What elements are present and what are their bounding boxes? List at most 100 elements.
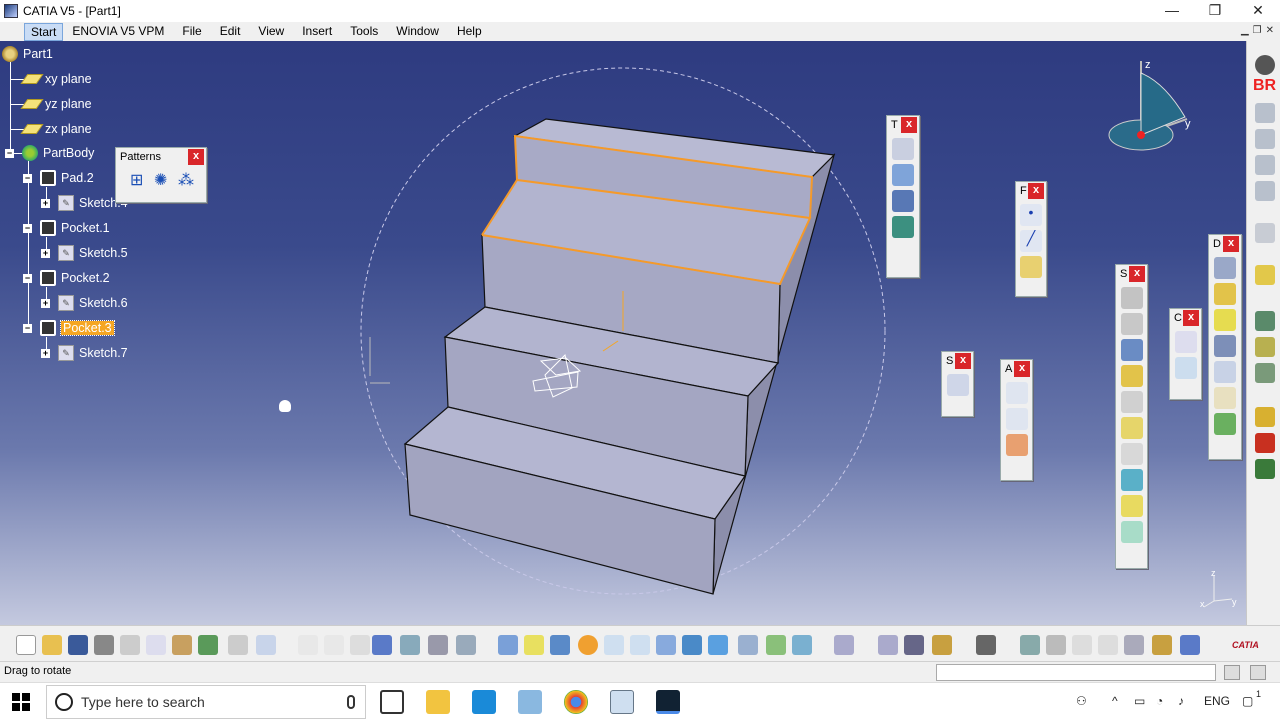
measure-item-icon[interactable]	[904, 635, 924, 655]
redo-icon[interactable]	[228, 635, 248, 655]
tool-icon[interactable]	[1180, 635, 1200, 655]
tool-icon[interactable]	[1255, 363, 1275, 383]
draft-icon[interactable]	[1214, 309, 1236, 331]
collapse-partbody-toggle[interactable]: −	[5, 149, 14, 158]
tool-icon[interactable]	[1098, 635, 1118, 655]
cut-icon[interactable]	[120, 635, 140, 655]
rectangular-pattern-icon[interactable]: ⊞	[130, 170, 150, 190]
edge-fillet-icon[interactable]	[1214, 257, 1236, 279]
staircase-solid[interactable]	[403, 118, 836, 595]
menu-insert[interactable]: Insert	[293, 22, 341, 41]
pattern-icon[interactable]	[892, 190, 914, 212]
d-panel-close-button[interactable]: x	[1223, 236, 1239, 252]
removed-loft-icon[interactable]	[1120, 521, 1143, 543]
t-panel-close-button[interactable]: x	[901, 117, 917, 133]
tree-node-pocket[interactable]: Pocket.1	[40, 218, 110, 238]
print-icon[interactable]	[94, 635, 114, 655]
catia-taskbar-icon[interactable]	[656, 690, 680, 714]
tool-icon[interactable]	[1255, 433, 1275, 453]
comment-icon[interactable]	[324, 635, 344, 655]
loft-icon[interactable]	[1120, 495, 1143, 517]
tree-node-partbody[interactable]: PartBody	[22, 143, 94, 163]
settings-icon[interactable]	[1255, 55, 1275, 75]
tree-node-sketch[interactable]: ✎ Sketch.6	[58, 293, 128, 313]
expand-sketch-toggle[interactable]: +	[41, 249, 50, 258]
fly-mode-icon[interactable]	[498, 635, 518, 655]
tool-icon[interactable]	[428, 635, 448, 655]
tree-node-yz-plane[interactable]: yz plane	[20, 94, 92, 114]
tree-node-pad[interactable]: Pad.2	[40, 168, 94, 188]
compass[interactable]: z y	[1105, 53, 1195, 163]
rib-icon[interactable]	[1120, 417, 1143, 439]
3d-annotation-icon[interactable]	[1005, 434, 1028, 456]
user-pattern-icon[interactable]: ⁂	[178, 170, 198, 190]
new-icon[interactable]	[16, 635, 36, 655]
formula-icon[interactable]	[298, 635, 318, 655]
copy-icon[interactable]	[146, 635, 166, 655]
select-arrow-icon[interactable]	[1255, 223, 1275, 243]
doc-minimize-button[interactable]: ▁	[1241, 25, 1249, 36]
hole-icon[interactable]	[1120, 391, 1143, 413]
tree-node-pocket-selected[interactable]: Pocket.3	[40, 318, 115, 338]
expand-sketch-toggle[interactable]: +	[41, 349, 50, 358]
point-icon[interactable]: •	[1020, 204, 1042, 226]
store-icon[interactable]	[472, 690, 496, 714]
close-button[interactable]: ✕	[1236, 0, 1280, 22]
s2-panel-close-button[interactable]: x	[1129, 266, 1145, 282]
tool-icon[interactable]	[1020, 635, 1040, 655]
file-explorer-icon[interactable]	[426, 690, 450, 714]
app-icon[interactable]	[610, 690, 634, 714]
tool-icon[interactable]	[1255, 311, 1275, 331]
zoom-in-icon[interactable]	[604, 635, 624, 655]
stiffener-icon[interactable]	[1120, 469, 1143, 491]
pan-icon[interactable]	[550, 635, 570, 655]
menu-enovia[interactable]: ENOVIA V5 VPM	[63, 22, 173, 41]
minimize-button[interactable]: —	[1150, 0, 1194, 22]
save-icon[interactable]	[68, 635, 88, 655]
normal-view-icon[interactable]	[656, 635, 676, 655]
volume-icon[interactable]: ♪	[1178, 694, 1184, 708]
menu-edit[interactable]: Edit	[211, 22, 250, 41]
thread-icon[interactable]	[1214, 387, 1236, 409]
windows-start-icon[interactable]	[12, 693, 30, 711]
table-icon[interactable]	[372, 635, 392, 655]
a-panel-close-button[interactable]: x	[1014, 361, 1030, 377]
iso-view-icon[interactable]	[708, 635, 728, 655]
fit-all-icon[interactable]	[524, 635, 544, 655]
open-icon[interactable]	[42, 635, 62, 655]
tool-icon[interactable]	[1072, 635, 1092, 655]
language-indicator[interactable]: ENG	[1204, 694, 1230, 708]
chrome-icon[interactable]	[564, 690, 588, 714]
collapse-pad-toggle[interactable]: −	[23, 174, 32, 183]
expand-sketch-toggle[interactable]: +	[41, 199, 50, 208]
command-input[interactable]	[936, 664, 1216, 681]
notifications-icon[interactable]: ▢	[1242, 694, 1253, 708]
pad-icon[interactable]	[1120, 287, 1143, 309]
tool-icon[interactable]	[1255, 407, 1275, 427]
groove-icon[interactable]	[1120, 365, 1143, 387]
doc-close-button[interactable]: ✕	[1266, 25, 1274, 36]
tree-node-sketch[interactable]: ✎ Sketch.5	[58, 243, 128, 263]
inertia-icon[interactable]	[932, 635, 952, 655]
command-button[interactable]	[1250, 665, 1266, 680]
tree-node-zx-plane[interactable]: zx plane	[20, 119, 92, 139]
text-annotation-icon[interactable]	[1005, 382, 1028, 404]
tray-chevron-icon[interactable]: ^	[1112, 694, 1118, 708]
3d-viewport[interactable]: Part1 xy plane yz plane zx plane − PartB…	[0, 41, 1246, 625]
expand-sketch-toggle[interactable]: +	[41, 299, 50, 308]
collapse-pocket-toggle[interactable]: −	[23, 274, 32, 283]
taskbar-search-box[interactable]: Type here to search	[46, 685, 366, 719]
whats-this-icon[interactable]	[256, 635, 276, 655]
network-icon[interactable]: ◔	[1156, 694, 1163, 708]
tool-icon[interactable]	[350, 635, 370, 655]
translation-icon[interactable]	[892, 138, 914, 160]
command-button[interactable]	[1224, 665, 1240, 680]
thickness-icon[interactable]	[1214, 361, 1236, 383]
task-view-icon[interactable]	[380, 690, 404, 714]
tool-icon[interactable]	[1255, 181, 1275, 201]
people-icon[interactable]: ⚇	[1076, 694, 1087, 708]
tool-icon[interactable]	[1255, 459, 1275, 479]
tool-icon[interactable]	[1255, 265, 1275, 285]
constraint-icon[interactable]	[1174, 331, 1197, 353]
swap-visible-space-icon[interactable]	[792, 635, 812, 655]
